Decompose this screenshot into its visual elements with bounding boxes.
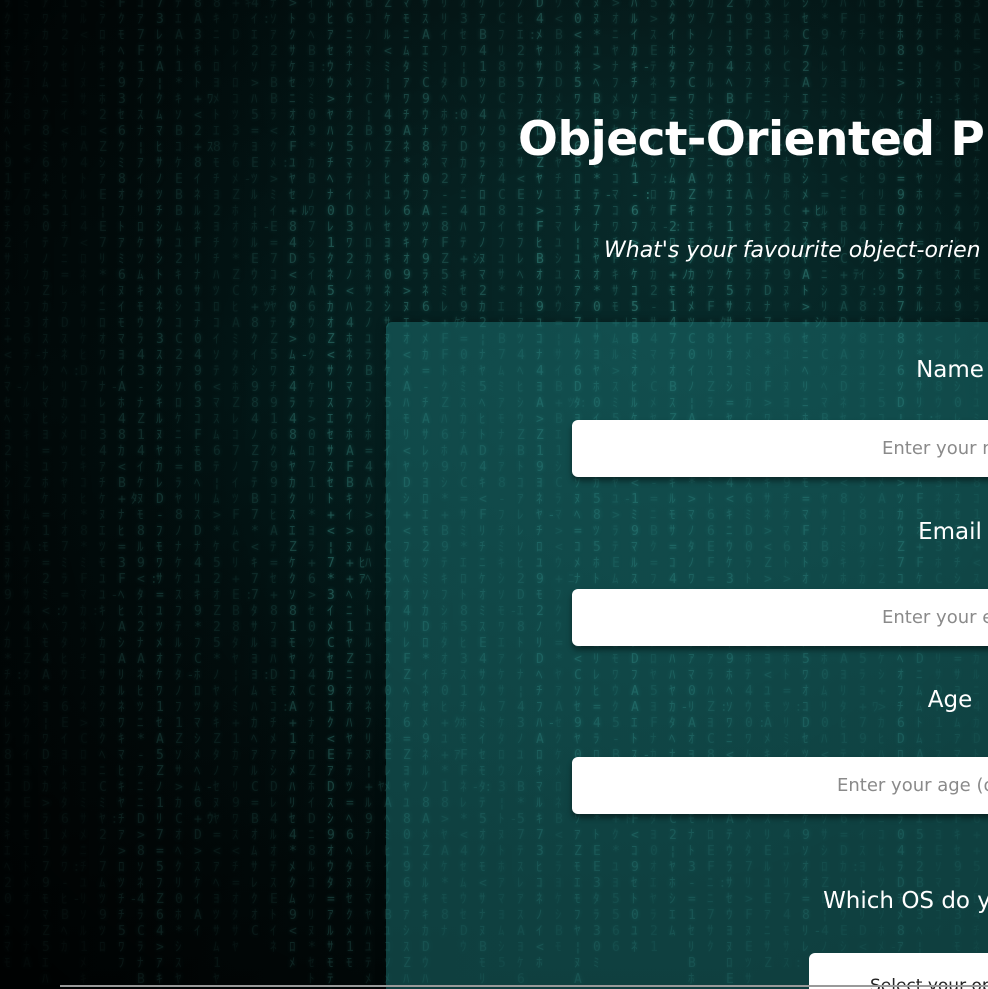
os-select-dropdown[interactable]: Select your op <box>809 953 988 989</box>
name-label: Name <box>916 357 984 383</box>
name-input[interactable] <box>572 420 988 477</box>
page-title: Object-Oriented Prog <box>518 112 988 167</box>
age-label: Age <box>927 687 973 713</box>
age-input[interactable] <box>572 757 988 814</box>
email-input[interactable] <box>572 589 988 646</box>
window-bottom-edge <box>60 985 988 987</box>
email-label: Email <box>918 519 982 545</box>
page-background: ﾒﾗｸﾁﾏﾓｶZﾙﾍﾄ91ｶﾓﾁ2ｻﾗﾒｽｴ+<ｹﾏ-ｾﾍﾖ2ﾄｼ¦ﾏﾁﾖﾇｻ9… <box>0 0 988 989</box>
page-subtitle: What's your favourite object-orien <box>604 238 981 263</box>
os-question-label: Which OS do y <box>823 888 988 914</box>
page-content: Object-Oriented Prog What's your favouri… <box>0 0 988 989</box>
os-select-value: Select your op <box>870 976 988 989</box>
